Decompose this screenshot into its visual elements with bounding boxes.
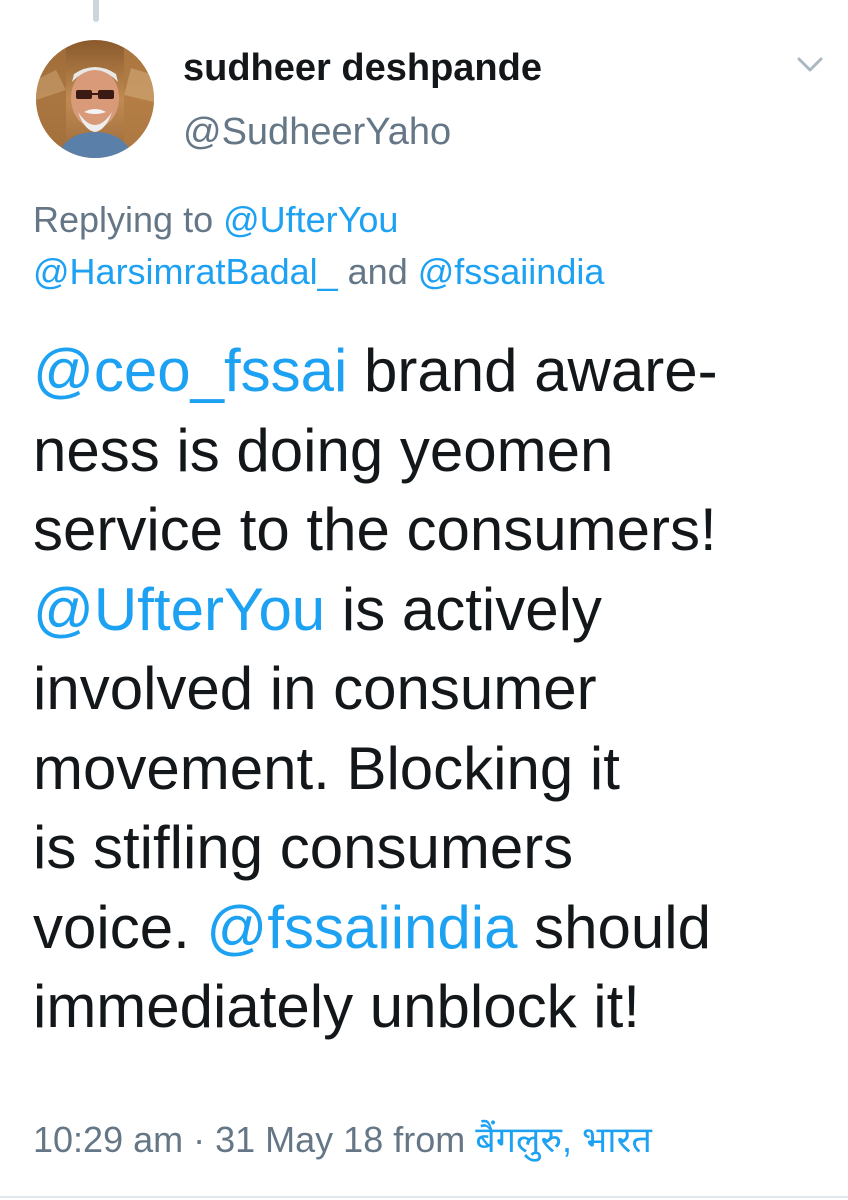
avatar-photo-icon: [36, 40, 154, 158]
replying-to: Replying to @UfterYou @HarsimratBadal_ a…: [33, 194, 823, 298]
tweet-time[interactable]: 10:29 am: [33, 1119, 183, 1160]
tweet-text-line-4: is actively: [325, 575, 602, 643]
author-display-name[interactable]: sudheer deshpande: [183, 46, 542, 90]
chevron-down-icon: [797, 57, 823, 72]
author-handle[interactable]: @SudheerYaho: [183, 110, 451, 154]
tweet-text-line-9: immediately unblock it!: [33, 973, 640, 1040]
tweet-text-line-2: ness is doing yeomen: [33, 416, 614, 484]
replying-conjunction: and: [337, 251, 418, 292]
tweet-body: @ceo_fssai brand aware- ness is doing ye…: [33, 331, 833, 1047]
tweet-text-line-3: service to the consumers!: [33, 496, 717, 563]
tweet-mention-ceo-fssai[interactable]: @ceo_fssai: [33, 337, 347, 404]
tweet-text-line-6: movement. Blocking it: [33, 734, 620, 802]
tweet-metadata: 10:29 am · 31 May 18 from बैंगलुरु, भारत: [33, 1116, 652, 1164]
replying-prefix: Replying to: [33, 199, 224, 240]
divider: [0, 1196, 848, 1198]
tweet-text-line-1: brand aware-: [347, 337, 718, 404]
thread-connector-line: [93, 0, 99, 22]
reply-mention-harsimratbadal[interactable]: @HarsimratBadal_: [33, 251, 338, 292]
tweet-date[interactable]: 31 May 18: [215, 1119, 383, 1160]
author-avatar[interactable]: [36, 40, 154, 158]
tweet-text-line-5: involved in consumer: [33, 655, 597, 722]
tweet-text-line-7: is stifling consumers: [33, 814, 574, 881]
meta-separator: ·: [183, 1119, 216, 1160]
tweet-text-line-8: voice.: [33, 893, 207, 961]
tweet-menu-button[interactable]: [790, 50, 830, 80]
tweet-text-line-8-tail: should: [517, 893, 711, 961]
reply-mention-ufteryou[interactable]: @UfterYou: [223, 199, 398, 240]
tweet-location[interactable]: बैंगलुरु, भारत: [475, 1119, 652, 1160]
reply-mention-fssaiindia[interactable]: @fssaiindia: [418, 251, 605, 292]
tweet-mention-ufteryou[interactable]: @UfterYou: [33, 576, 325, 643]
meta-from: from: [383, 1119, 476, 1160]
tweet-mention-fssaiindia[interactable]: @fssaiindia: [206, 894, 517, 961]
